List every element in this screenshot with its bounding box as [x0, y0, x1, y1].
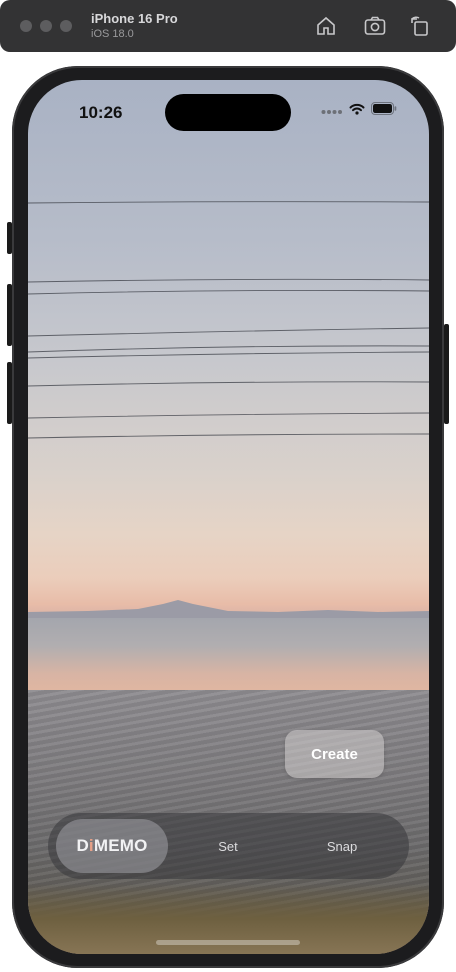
simulator-os-version: iOS 18.0	[91, 28, 134, 40]
window-zoom-button[interactable]	[60, 20, 72, 32]
wifi-icon	[349, 102, 365, 120]
bay-water	[28, 618, 429, 698]
simulator-toolbar: iPhone 16 Pro iOS 18.0	[0, 0, 456, 52]
battery-icon	[371, 102, 397, 120]
rotate-icon[interactable]	[408, 14, 432, 38]
window-close-button[interactable]	[20, 20, 32, 32]
dynamic-island	[165, 94, 291, 131]
screenshot-icon[interactable]	[363, 14, 387, 38]
brand-suffix: MEMO	[93, 836, 148, 855]
home-icon[interactable]	[314, 14, 338, 38]
brand-prefix: D	[76, 836, 89, 855]
power-lines	[28, 201, 429, 439]
tab-set[interactable]: Set	[173, 819, 283, 873]
cellular-dots-icon	[321, 102, 343, 120]
app-screen: 10:26 Create Di MEMO Set Snap	[28, 80, 429, 954]
bottom-tab-bar: Di MEMO Set Snap	[48, 813, 409, 879]
tab-snap[interactable]: Snap	[287, 819, 397, 873]
create-button[interactable]: Create	[285, 730, 384, 778]
home-indicator[interactable]	[156, 940, 300, 945]
side-power-button	[444, 324, 449, 424]
window-minimize-button[interactable]	[40, 20, 52, 32]
status-time: 10:26	[79, 103, 123, 122]
simulator-device-name: iPhone 16 Pro	[91, 11, 178, 26]
status-icons	[321, 102, 397, 120]
tab-brand-home[interactable]: Di MEMO	[56, 819, 168, 873]
